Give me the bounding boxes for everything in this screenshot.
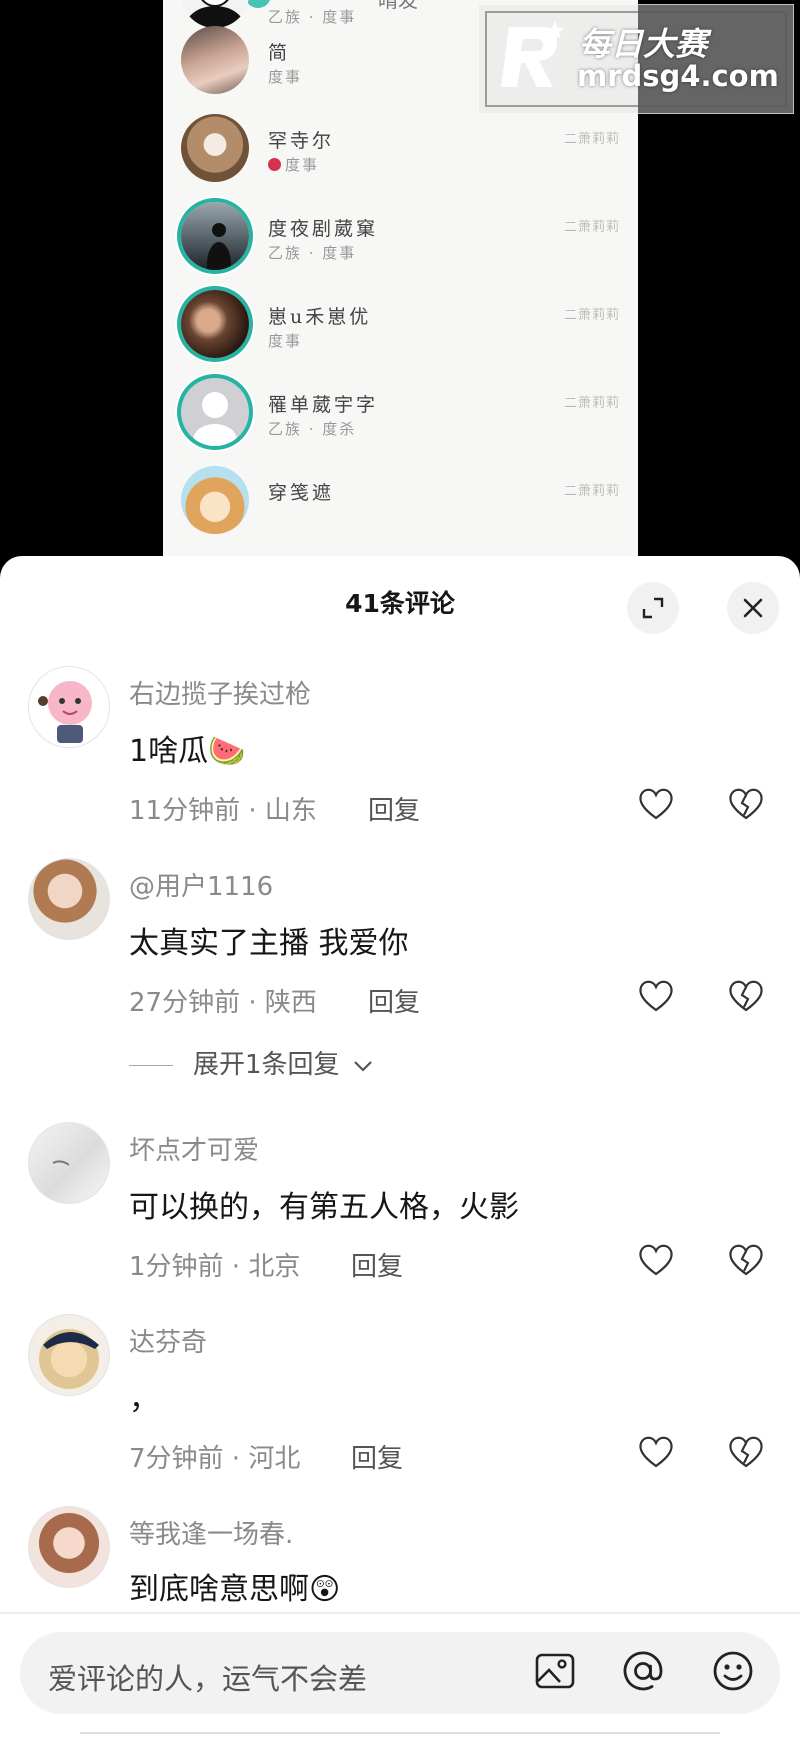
shot-row-time: 二萧莉莉 [563, 220, 620, 235]
comment-time-location: 7分钟前 · 河北 [129, 1444, 301, 1474]
like-heart-icon[interactable] [636, 976, 676, 1016]
avatar [181, 202, 249, 270]
comment-username[interactable]: 等我逢一场春. [129, 1514, 293, 1551]
avatar [181, 378, 249, 446]
expand-icon [642, 597, 664, 619]
like-heart-icon[interactable] [636, 784, 676, 824]
like-heart-icon[interactable] [636, 1432, 676, 1472]
shot-row-time: 二萧莉莉 [563, 396, 620, 411]
reply-button[interactable]: 回复 [351, 1438, 403, 1475]
shot-row-name: 穿笺遮 [268, 482, 335, 504]
comment-text: 到底啥意思啊😲 [129, 1572, 341, 1607]
shot-row: 崽u禾崽优 度事 二萧莉莉 [163, 280, 638, 368]
input-divider [0, 1612, 800, 1614]
dislike-broken-heart-icon[interactable] [726, 1240, 766, 1280]
avatar [181, 114, 249, 182]
avatar [181, 290, 249, 358]
comment-username[interactable]: @用户1116 [129, 866, 273, 903]
avatar [181, 26, 249, 94]
red-badge-icon [268, 158, 281, 171]
comments-count-title: 41条评论 [345, 589, 455, 618]
comments-sheet: 41条评论 右边揽子挨过枪 1啥瓜🍉 11分钟前 · 山东 回复 @用户1116… [0, 556, 800, 1739]
avatar[interactable] [28, 858, 110, 940]
close-icon [743, 598, 763, 618]
shot-row-name: 简 [268, 42, 291, 64]
dislike-broken-heart-icon[interactable] [726, 784, 766, 824]
shot-row-sub: 度事 [268, 68, 303, 86]
avatar[interactable] [28, 666, 110, 748]
comment-username[interactable]: 右边揽子挨过枪 [129, 674, 311, 711]
home-indicator [80, 1732, 720, 1739]
shot-row-name: 罹单葳宇字 [268, 394, 379, 416]
image-icon[interactable] [532, 1648, 578, 1694]
shot-row: 度夜剧葳窠 乙族 · 度事 二萧莉莉 [163, 192, 638, 280]
comment-username[interactable]: 达芬奇 [129, 1322, 207, 1359]
avatar[interactable] [28, 1506, 110, 1588]
reply-button[interactable]: 回复 [368, 790, 420, 827]
shot-row: 罹单葳宇字 乙族 · 度杀 二萧莉莉 [163, 368, 638, 456]
comment-time-location: 1分钟前 · 北京 [129, 1252, 301, 1282]
shot-row-sub: 度事 [268, 332, 303, 350]
reply-button[interactable]: 回复 [368, 982, 420, 1019]
comment-text: 太真实了主播 我爱你 [129, 926, 409, 961]
divider-dash [129, 1065, 173, 1066]
shot-row-time: 二萧莉莉 [563, 484, 620, 499]
shot-row: 穿笺遮 二萧莉莉 [163, 456, 638, 544]
like-heart-icon[interactable] [636, 1240, 676, 1280]
emoji-icon[interactable] [710, 1648, 756, 1694]
shot-row-time: 二萧莉莉 [563, 132, 620, 147]
avatar [181, 466, 249, 534]
at-icon[interactable] [620, 1648, 666, 1694]
expand-replies-button[interactable]: 展开1条回复 [129, 1044, 374, 1081]
video-frame: 晴发 乙族 · 度事 简 度事 罕寺尔 度事 二萧莉莉 度夜剧葳窠 乙族 · 度… [0, 0, 800, 556]
shot-row: 罕寺尔 度事 二萧莉莉 [163, 104, 638, 192]
shot-row-name: 罕寺尔 [268, 130, 335, 152]
comment-text: 可以换的，有第五人格，火影 [129, 1190, 519, 1225]
shot-row-sub-text: 度事 [285, 156, 320, 174]
shot-row-name: 度夜剧葳窠 [268, 218, 379, 240]
shot-row-sub: 乙族 · 度杀 [268, 420, 357, 438]
shot-row-time: 二萧莉莉 [563, 308, 620, 323]
chevron-down-icon [354, 1060, 372, 1072]
comment-time-location: 11分钟前 · 山东 [129, 796, 317, 826]
shot-row-sub: 乙族 · 度事 [268, 244, 357, 262]
reply-button[interactable]: 回复 [351, 1246, 403, 1283]
comment-username[interactable]: 坏点才可爱 [129, 1130, 259, 1167]
expand-replies-label: 展开1条回复 [193, 1050, 340, 1080]
comment-input-placeholder: 爱评论的人，运气不会差 [48, 1662, 368, 1696]
comment-time-location: 27分钟前 · 陕西 [129, 988, 317, 1018]
dislike-broken-heart-icon[interactable] [726, 1432, 766, 1472]
comment-text: 1啥瓜🍉 [129, 734, 246, 769]
close-button[interactable] [727, 582, 779, 634]
watermark-text-bottom: mrdsg4.com [577, 59, 779, 93]
comment-input[interactable]: 爱评论的人，运气不会差 [20, 1632, 780, 1714]
watermark: 每日大赛 mrdsg4.com [478, 4, 794, 114]
shot-row-name: 崽u禾崽优 [268, 306, 372, 328]
comment-text: ， [129, 1382, 159, 1417]
avatar[interactable] [28, 1122, 110, 1204]
avatar[interactable] [28, 1314, 110, 1396]
shot-row-sub: 度事 [268, 154, 319, 175]
watermark-logo-icon [501, 21, 565, 87]
dislike-broken-heart-icon[interactable] [726, 976, 766, 1016]
expand-button[interactable] [627, 582, 679, 634]
